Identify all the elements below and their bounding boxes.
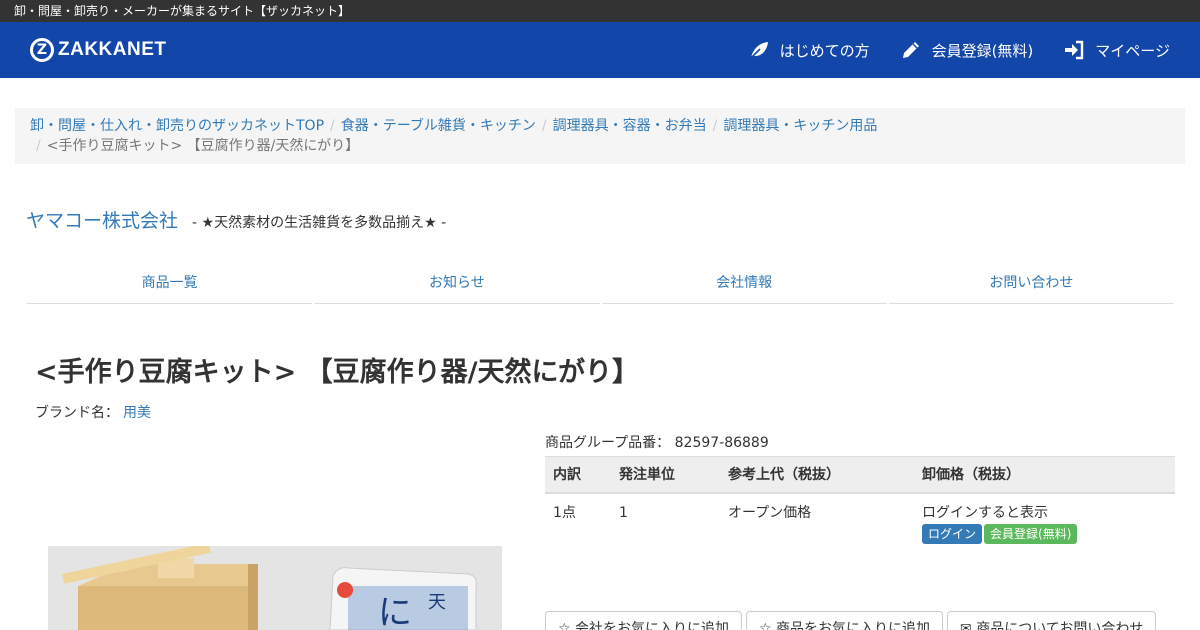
cell-retail-price: オープン価格 xyxy=(728,504,812,521)
breadcrumb-item-kitchen-tools[interactable]: 調理器具・キッチン用品 xyxy=(723,118,877,134)
product-actions: ☆ 会社をお気に入りに追加 ☆ 商品をお気に入りに追加 ✉ 商品についてお問い合… xyxy=(545,611,1160,630)
price-table: 内訳 発注単位 参考上代（税抜） 卸価格（税抜） 1点 1 オープン価格 ログイ… xyxy=(545,456,1175,554)
logo-text: ZAKKANET xyxy=(58,39,167,60)
breadcrumb-item-cookware[interactable]: 調理器具・容器・お弁当 xyxy=(553,118,707,134)
nav-register[interactable]: 会員登録(無料) xyxy=(900,39,1034,61)
group-number-value: 82597-86889 xyxy=(674,435,769,451)
company-header: ヤマコー株式会社 - ★天然素材の生活雑貨を多数品揃え★ - xyxy=(26,206,446,233)
product-inquiry-button[interactable]: ✉ 商品についてお問い合わせ xyxy=(947,611,1157,630)
nav-mypage[interactable]: マイページ xyxy=(1063,39,1170,61)
column-header-wholesale-price: 卸価格（税抜） xyxy=(914,456,1175,494)
nav-first-time-label: はじめての方 xyxy=(779,41,870,60)
table-row: 1点 1 オープン価格 ログインすると表示 ログイン 会員登録(無料) xyxy=(545,493,1175,554)
header-nav: はじめての方 会員登録(無料) マイページ xyxy=(718,22,1170,78)
breadcrumb-separator: / xyxy=(712,118,718,134)
add-company-favorite-button[interactable]: ☆ 会社をお気に入りに追加 xyxy=(545,611,743,630)
tab-contact[interactable]: お問い合わせ xyxy=(888,264,1174,304)
site-tagline: 卸・問屋・卸売り・メーカーが集まるサイト【ザッカネット】 xyxy=(14,4,351,18)
sign-in-icon xyxy=(1065,40,1084,60)
nav-mypage-label: マイページ xyxy=(1095,41,1170,60)
tab-company-info[interactable]: 会社情報 xyxy=(601,264,887,304)
svg-text:天: 天 xyxy=(428,592,446,613)
company-name-link[interactable]: ヤマコー株式会社 xyxy=(26,206,178,233)
add-product-favorite-button[interactable]: ☆ 商品をお気に入りに追加 xyxy=(746,611,944,630)
breadcrumb-item-tableware[interactable]: 食器・テーブル雑貨・キッチン xyxy=(341,118,536,134)
product-group-number: 商品グループ品番： 82597-86889 xyxy=(545,432,769,452)
logo-mark-icon: Z xyxy=(30,38,54,62)
breadcrumb-separator: / xyxy=(36,138,41,154)
breadcrumb-separator: / xyxy=(541,118,547,134)
breadcrumb-separator: / xyxy=(330,118,335,134)
site-tagline-bar: 卸・問屋・卸売り・メーカーが集まるサイト【ザッカネット】 xyxy=(0,0,1200,22)
site-header: Z ZAKKANET はじめての方 会員登録(無料) マイページ xyxy=(0,22,1200,78)
column-header-unit: 発注単位 xyxy=(611,456,720,494)
column-header-content: 内訳 xyxy=(545,456,611,494)
zakkanet-logo[interactable]: Z ZAKKANET xyxy=(30,37,167,63)
column-header-retail-price: 参考上代（税抜） xyxy=(720,456,914,494)
cell-content: 1点 xyxy=(553,504,576,521)
product-image[interactable]: に 天 xyxy=(48,546,502,630)
pencil-icon xyxy=(902,42,919,58)
nav-first-time[interactable]: はじめての方 xyxy=(748,39,870,61)
brand-label: ブランド名： xyxy=(35,405,119,421)
login-button[interactable]: ログイン xyxy=(922,523,983,544)
wholesale-login-notice: ログインすると表示 xyxy=(922,504,1048,521)
cell-wholesale-price: ログインすると表示 ログイン 会員登録(無料) xyxy=(914,493,1175,554)
cell-unit: 1 xyxy=(619,504,628,521)
leaf-icon xyxy=(748,42,768,60)
tab-products[interactable]: 商品一覧 xyxy=(27,264,313,304)
group-number-label: 商品グループ品番： xyxy=(545,435,671,451)
price-table-header-row: 内訳 発注単位 参考上代（税抜） 卸価格（税抜） xyxy=(545,456,1175,494)
brand-info: ブランド名： 用美 xyxy=(35,402,151,422)
register-button[interactable]: 会員登録(無料) xyxy=(984,523,1078,544)
brand-link[interactable]: 用美 xyxy=(123,405,151,421)
breadcrumb: 卸・問屋・仕入れ・卸売りのザッカネットTOP / 食器・テーブル雑貨・キッチン / 調理… xyxy=(15,108,1185,164)
tofu-kit-photo: に 天 xyxy=(48,546,502,630)
tab-news[interactable]: お知らせ xyxy=(314,264,600,304)
breadcrumb-item-top[interactable]: 卸・問屋・仕入れ・卸売りのザッカネットTOP xyxy=(30,118,324,134)
company-tabs: 商品一覧 お知らせ 会社情報 お問い合わせ xyxy=(26,264,1175,304)
nav-register-label: 会員登録(無料) xyxy=(931,41,1034,60)
company-tagline: - ★天然素材の生活雑貨を多数品揃え★ - xyxy=(192,215,447,231)
breadcrumb-current: <手作り豆腐キット> 【豆腐作り器/天然にがり】 xyxy=(46,138,360,154)
product-title: <手作り豆腐キット> 【豆腐作り器/天然にがり】 xyxy=(35,357,639,388)
svg-text:に: に xyxy=(378,593,412,630)
